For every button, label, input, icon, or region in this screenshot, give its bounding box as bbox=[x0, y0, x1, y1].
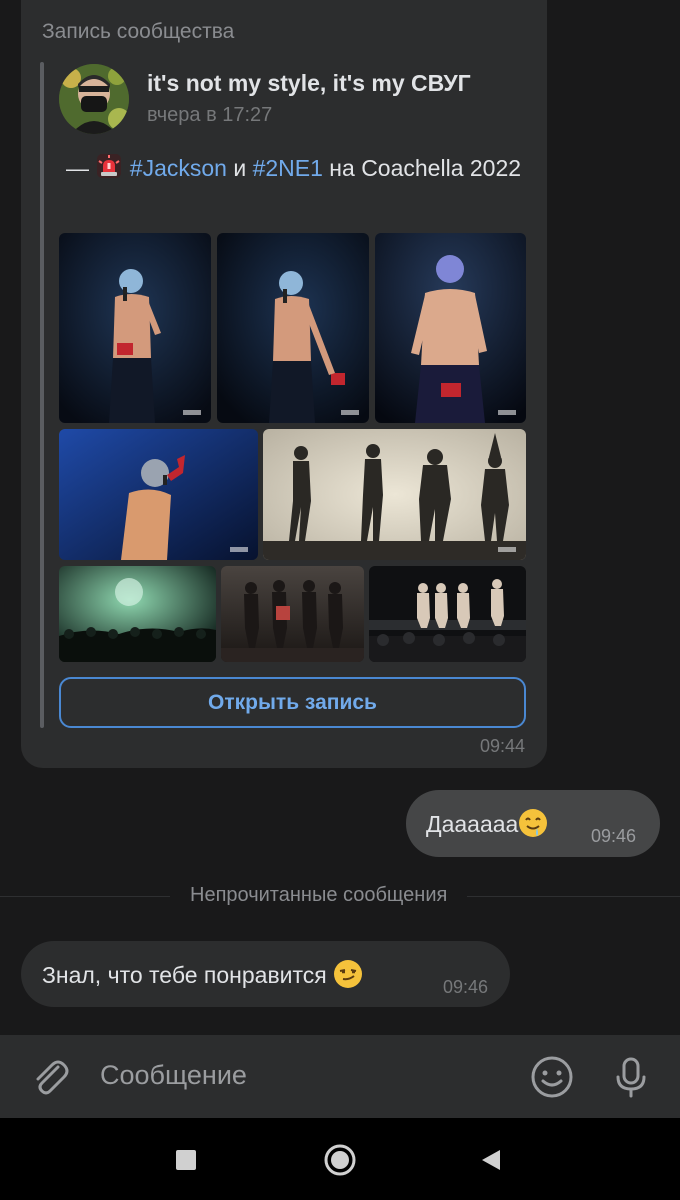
incoming-message-label: Знал, что тебе понравится bbox=[42, 962, 327, 988]
quote-bar bbox=[40, 62, 44, 728]
rotating-light-emoji bbox=[95, 152, 123, 180]
open-post-button[interactable]: Открыть запись bbox=[59, 677, 526, 728]
smiley-icon[interactable] bbox=[530, 1055, 574, 1099]
post-photo-2[interactable] bbox=[217, 233, 369, 423]
microphone-icon[interactable] bbox=[609, 1055, 653, 1099]
outgoing-message-label: Даааааа bbox=[426, 811, 519, 837]
hashtag-2ne1[interactable]: #2NE1 bbox=[253, 155, 323, 181]
hashtag-jackson[interactable]: #Jackson bbox=[130, 155, 227, 181]
post-photo-6[interactable] bbox=[59, 566, 216, 662]
unread-divider-label: Непрочитанные сообщения bbox=[170, 884, 468, 907]
post-photo-7[interactable] bbox=[221, 566, 364, 662]
post-header-label: Запись сообщества bbox=[42, 20, 235, 43]
post-photo-5[interactable] bbox=[263, 429, 526, 560]
drooling-face-emoji bbox=[518, 808, 548, 838]
incoming-message-text: Знал, что тебе понравится bbox=[42, 959, 363, 989]
square-icon[interactable] bbox=[166, 1140, 206, 1180]
post-text-conj: и bbox=[226, 155, 253, 181]
post-photo-1[interactable] bbox=[59, 233, 211, 423]
post-photo-8[interactable] bbox=[369, 566, 526, 662]
post-photo-4[interactable] bbox=[59, 429, 258, 560]
chat-area[interactable]: Запись сообщества it's not my style, it'… bbox=[0, 0, 680, 1035]
photo-watermark bbox=[183, 410, 201, 415]
outgoing-message-time: 09:46 bbox=[591, 826, 637, 846]
photo-watermark bbox=[498, 410, 516, 415]
message-input[interactable]: Сообщение bbox=[100, 1060, 247, 1091]
post-photo-3[interactable] bbox=[375, 233, 526, 423]
post-date: вчера в 17:27 bbox=[147, 104, 273, 126]
post-author[interactable]: it's not my style, it's my СВУГ bbox=[147, 70, 471, 97]
post-message-time: 09:44 bbox=[480, 736, 526, 756]
paperclip-icon[interactable] bbox=[28, 1055, 72, 1099]
photo-watermark bbox=[341, 410, 359, 415]
outgoing-message-text: Даааааа bbox=[426, 808, 548, 838]
smirking-face-emoji bbox=[333, 959, 363, 989]
incoming-message-time: 09:46 bbox=[443, 977, 489, 997]
post-text-prefix: — bbox=[66, 155, 96, 181]
circle-icon[interactable] bbox=[320, 1140, 360, 1180]
photo-watermark bbox=[230, 547, 248, 552]
post-text: — #Jackson и #2NE1 на Coachella 2022 bbox=[66, 150, 526, 186]
triangle-back-icon[interactable] bbox=[470, 1140, 510, 1180]
photo-watermark bbox=[498, 547, 516, 552]
community-avatar[interactable] bbox=[59, 64, 129, 134]
system-navigation-bar bbox=[0, 1118, 680, 1200]
post-text-suffix: на Coachella 2022 bbox=[322, 155, 522, 181]
